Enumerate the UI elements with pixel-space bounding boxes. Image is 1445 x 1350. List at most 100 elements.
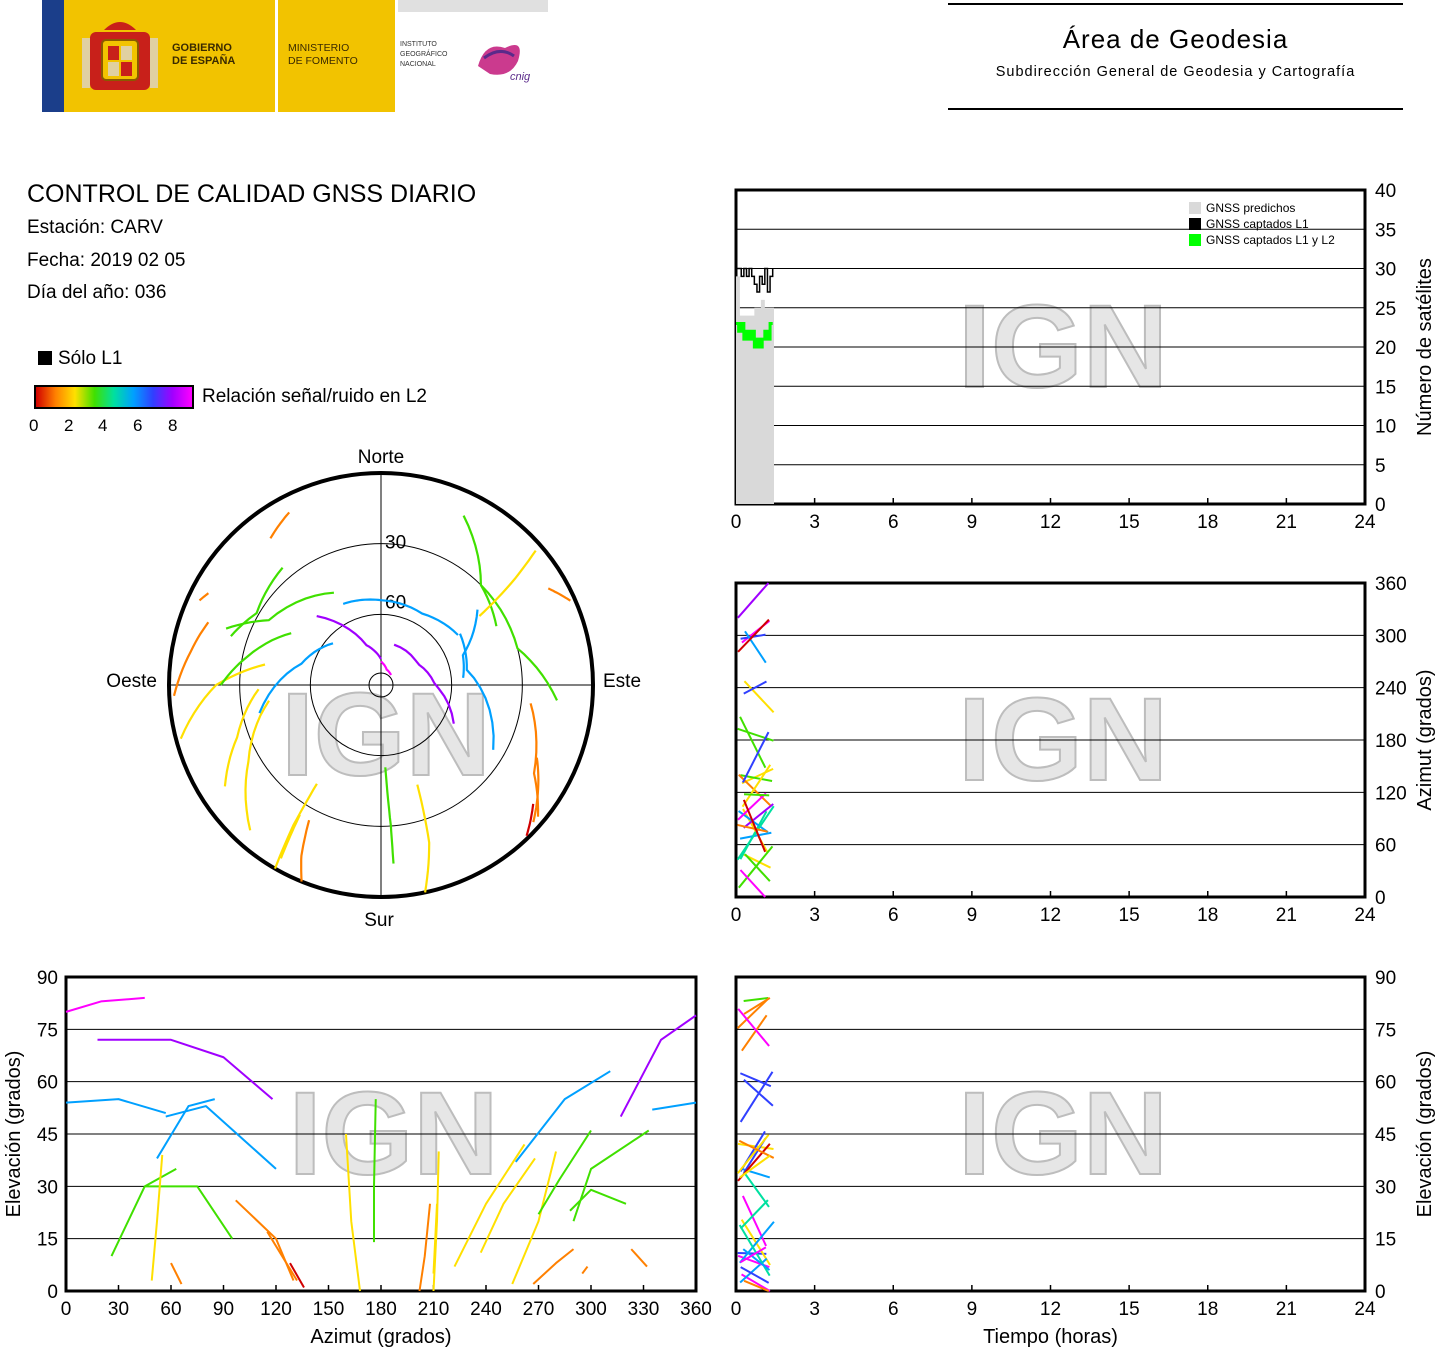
elevation-azimuth-track [110,1168,177,1257]
elevation-time-chart: IGN01530456075900 3 6 9 12 15 18 21 24Elevación … [731,968,1436,1348]
skyplot-track [223,688,260,787]
azimuth-track [744,853,771,882]
x-tick-label: 18 [1197,1299,1218,1320]
elevation-time-track [739,1199,769,1230]
x-tick-label: 6 [888,905,899,926]
x-tick-label: 0 [61,1299,72,1320]
legend-swatch [1189,202,1201,214]
y-tick-label: 30 [1375,1177,1396,1198]
elevation-azimuth-track [652,1101,697,1111]
y-axis-label: Azimut (grados) [1414,669,1436,810]
x-tick-label: 30 [108,1299,129,1320]
x-tick-label: 12 [1040,512,1061,533]
x-tick-label: 24 [1354,512,1376,533]
x-tick-label: 3 [809,905,820,926]
y-tick-label: 30 [37,1177,58,1198]
charts-canvas: IGN05101520253035400 3 6 9 12 15 18 21 24Número … [3,181,1436,1348]
elevation-azimuth-track [97,1038,274,1100]
skyplot-track [342,598,382,605]
azimuth-track [739,869,766,898]
elevation-azimuth-track [65,996,145,1013]
y-tick-label: 45 [1375,1125,1396,1146]
y-axis-label: Número de satélites [1414,258,1436,436]
elevation-azimuth-track [581,1265,589,1275]
elevation-azimuth-track [156,1098,216,1159]
y-tick-label: 0 [1375,1282,1386,1303]
legend-label: GNSS captados L1 y L2 [1206,233,1335,247]
x-tick-label: 90 [213,1299,234,1320]
x-axis-label: Tiempo (horas) [983,1326,1118,1348]
skyplot-track [478,549,537,617]
west-label: Oeste [106,671,157,692]
x-tick-label: 15 [1119,512,1140,533]
x-tick-label: 9 [967,905,978,926]
y-tick-label: 30 [1375,260,1396,281]
y-tick-label: 300 [1375,626,1407,647]
y-tick-label: 15 [1375,1230,1396,1251]
north-label: Norte [358,447,404,468]
x-tick-label: 240 [470,1299,502,1320]
y-tick-label: 20 [1375,338,1396,359]
x-tick-label: 15 [1119,905,1140,926]
x-tick-label: 60 [160,1299,181,1320]
elevation-azimuth-track [514,1070,611,1163]
x-tick-label: 21 [1276,905,1297,926]
x-axis-label: Azimut (grados) [310,1326,451,1348]
x-tick-label: 3 [809,1299,820,1320]
skyplot-track [269,511,291,539]
elevation-azimuth-track [630,1248,648,1268]
y-tick-label: 10 [1375,417,1396,438]
x-tick-label: 150 [313,1299,345,1320]
elevation-azimuth-track [235,1199,295,1281]
skyplot-track [279,814,301,859]
y-axis-label: Elevación (grados) [1414,1051,1436,1218]
y-tick-label: 360 [1375,574,1407,595]
y-tick-label: 0 [47,1282,58,1303]
y-tick-label: 90 [1375,968,1396,989]
legend-label: GNSS predichos [1206,201,1295,215]
skyplot-track [300,819,311,882]
x-tick-label: 15 [1119,1299,1140,1320]
elevation-azimuth-track [511,1151,557,1285]
elevation-azimuth-track [619,1014,697,1118]
legend-swatch [1189,234,1201,246]
y-tick-label: 60 [1375,1073,1396,1094]
skyplot-track [461,609,479,678]
y-tick-label: 15 [37,1230,58,1251]
x-tick-label: 180 [365,1299,397,1320]
elevation-azimuth-track [572,1129,650,1222]
x-tick-label: 210 [418,1299,450,1320]
azimuth-track [739,716,767,769]
y-tick-label: 45 [37,1125,58,1146]
elevation-time-track [737,1008,770,1047]
y-tick-label: 35 [1375,220,1396,241]
y-tick-label: 25 [1375,299,1396,320]
x-tick-label: 0 [731,905,742,926]
x-tick-label: 330 [628,1299,660,1320]
skyplot-track [244,700,270,831]
x-tick-label: 270 [523,1299,555,1320]
x-tick-label: 9 [967,512,978,533]
y-tick-label: 120 [1375,783,1407,804]
series-predicted-area [736,276,775,504]
y-tick-label: 90 [37,968,58,989]
y-tick-label: 60 [37,1073,58,1094]
x-tick-label: 0 [731,512,742,533]
x-tick-label: 12 [1040,1299,1061,1320]
x-tick-label: 3 [809,512,820,533]
legend-label: GNSS captados L1 [1206,217,1309,231]
elevation-azimuth-track [150,1154,164,1281]
y-tick-label: 0 [1375,495,1386,516]
x-tick-label: 9 [967,1299,978,1320]
y-tick-label: 60 [1375,836,1396,857]
ring-label-30: 30 [385,533,406,554]
x-tick-label: 120 [260,1299,292,1320]
skyplot-track [198,592,210,602]
skyplot-chart: IGN3060NorteSurEsteOeste [106,447,641,931]
x-tick-label: 300 [575,1299,607,1320]
y-tick-label: 75 [1375,1020,1396,1041]
y-tick-label: 5 [1375,456,1386,477]
x-tick-label: 12 [1040,905,1061,926]
satellites-chart: IGN05101520253035400 3 6 9 12 15 18 21 24Número … [731,181,1436,533]
x-tick-label: 24 [1354,905,1376,926]
